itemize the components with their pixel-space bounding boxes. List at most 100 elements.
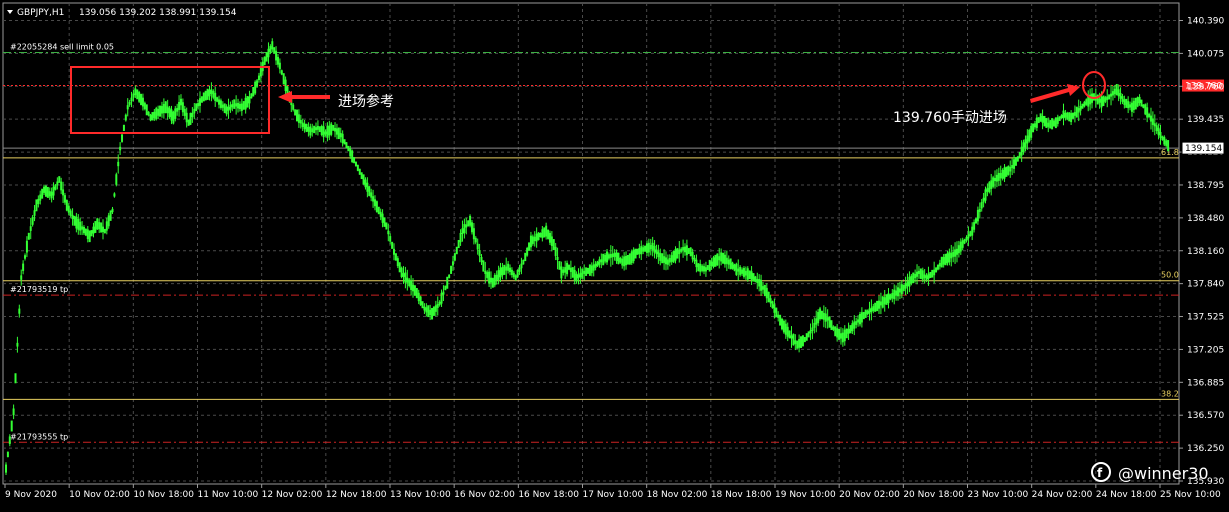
candle-body [383,217,386,227]
candle-body [35,199,38,212]
candle-body [940,256,943,268]
candle-body [155,108,158,120]
candle-body [299,119,302,124]
candle-body [1026,135,1029,144]
candle-body [1030,125,1033,138]
candle-body [398,262,401,273]
candle-body [273,47,276,54]
candle-body [204,90,207,101]
candle-body [703,266,706,272]
candle-body [520,263,523,269]
price-chart[interactable]: #22055284 sell limit 0.05 #21793519 tp #21… [0,0,1229,508]
candle-body [952,251,955,257]
candle-body [199,98,201,106]
candle-body [727,259,730,265]
symbol-timeframe[interactable]: GBPJPY,H1 [17,8,64,18]
candle-body [356,164,359,171]
candle-body [581,268,584,279]
candle-body [455,246,458,255]
candle-body [486,272,489,278]
candle-body [27,232,30,240]
candle-body [429,309,432,316]
candle-body [1104,97,1107,102]
candle-body [919,268,922,279]
candle-body [136,89,139,100]
candle-body [986,187,989,192]
candle-body [1045,118,1048,128]
y-tick-label: 140.075 [1187,49,1224,59]
candle-body [1020,146,1023,156]
candle-body [933,269,936,276]
candle-body [63,195,66,203]
candle-body [997,172,1000,181]
candle-body [788,330,791,339]
candle-body [819,308,822,320]
candle-body [282,73,285,85]
candle-body [697,263,700,272]
candle-body [801,335,804,347]
candle-body [767,291,770,302]
candle-body [143,102,146,110]
candle-body [1163,136,1166,145]
candle-body [807,331,810,338]
candle-body [815,318,818,325]
candle-body [1005,166,1008,177]
candle-body [349,148,352,157]
trading-chart-window[interactable]: #22055284 sell limit 0.05 #21793519 tp #21… [0,0,1229,508]
x-tick-label: 11 Nov 10:00 [198,490,259,500]
candle-body [92,226,95,234]
candle-body [102,226,104,233]
candle-body [406,277,409,283]
candle-body [197,103,200,107]
candle-body [573,269,576,281]
candle-body [191,112,194,118]
candle-body [276,56,279,65]
x-tick-label: 13 Nov 10:00 [390,490,451,500]
candle-body [297,114,300,123]
candle-body [54,184,57,190]
candle-body [961,240,964,248]
candle-body [334,127,337,132]
candle-body [1058,116,1061,121]
candle-body [750,271,753,280]
y-tick-label: 137.205 [1187,345,1224,355]
candle-body [1083,101,1086,107]
candle-body [208,89,211,97]
candle-body [1140,99,1143,107]
candle-body [237,102,240,109]
candle-body [1022,142,1025,153]
candle-body [149,114,152,121]
candle-body [412,284,415,292]
candle-body [12,408,15,416]
candle-body [56,181,59,186]
candle-body [1007,166,1010,175]
x-tick-label: 9 Nov 2020 [5,490,57,500]
candle-body [81,226,84,230]
candle-body [134,88,137,96]
candle-body [893,289,896,300]
candle-body [545,225,548,237]
candle-body [957,245,960,254]
candle-body [531,236,534,244]
candle-body [1073,112,1076,116]
candle-body [404,272,407,283]
candle-body [18,308,21,314]
candle-body [52,186,55,196]
candle-body [1035,117,1038,128]
candle-body [862,311,865,320]
candle-body [499,267,502,278]
candle-body [632,249,635,262]
candle-body [547,230,550,239]
candle-body [969,231,972,237]
candle-body [71,214,74,220]
candle-body [680,248,683,252]
candle-body [1039,113,1042,122]
candle-body [626,254,629,265]
x-tick-label: 25 Nov 10:00 [1160,490,1221,500]
candle-body [16,342,19,347]
candle-body [838,328,841,340]
candle-body [292,104,295,110]
candle-body [600,259,603,263]
candle-body [625,255,628,266]
candle-body [254,81,257,94]
